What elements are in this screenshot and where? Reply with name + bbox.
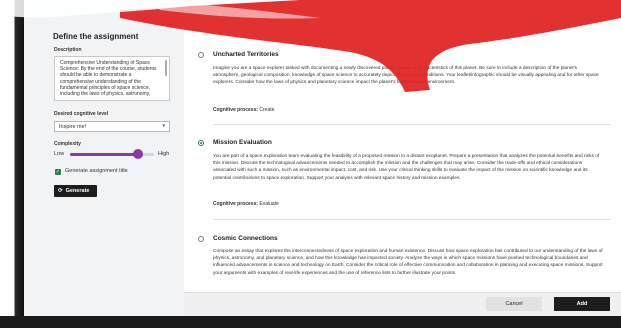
define-assignment-panel: Define the assignment Description Compre… xyxy=(24,0,185,316)
cognitive-level-value: Inspire me! xyxy=(59,124,87,130)
option-description: You are part of a space exploration team… xyxy=(213,154,600,181)
option-radio-uncharted[interactable] xyxy=(198,52,204,58)
cognitive-process-label: Cognitive process: xyxy=(213,201,259,207)
option-cognitive-process: Cognitive process: Create xyxy=(213,107,274,113)
complexity-low-label: Low xyxy=(54,151,65,157)
option-description: Imagine you are a space explorer tasked … xyxy=(213,66,599,86)
description-text: Comprehensive Understanding of Space Sci… xyxy=(60,60,157,98)
assignment-options-list: Uncharted Territories Imagine you are a … xyxy=(184,0,621,316)
description-label: Description xyxy=(54,47,82,53)
generate-title-checkbox[interactable]: ✓ xyxy=(55,169,61,175)
chevron-down-icon: ▾ xyxy=(162,123,165,129)
device-bezel-left xyxy=(0,0,24,328)
option-radio-mission-evaluation[interactable] xyxy=(198,140,204,146)
device-bezel-bottom xyxy=(0,316,621,328)
option-divider xyxy=(213,124,611,125)
complexity-high-label: High xyxy=(158,151,170,157)
cognitive-process-value: Create xyxy=(259,107,275,113)
option-divider xyxy=(213,219,611,220)
panel-title: Define the assignment xyxy=(53,32,139,41)
generate-button-label: Generate xyxy=(65,188,90,194)
add-button-label: Add xyxy=(576,301,588,307)
generate-title-label: Generate assignment title xyxy=(65,168,128,174)
refresh-icon: ⟳ xyxy=(58,188,63,194)
generate-button[interactable]: ⟳ Generate xyxy=(54,185,97,197)
cognitive-level-select[interactable]: Inspire me! ▾ xyxy=(54,121,170,132)
complexity-slider-thumb[interactable] xyxy=(133,149,143,159)
option-title: Uncharted Territories xyxy=(213,51,279,58)
description-textarea[interactable]: Comprehensive Understanding of Space Sci… xyxy=(54,56,170,101)
option-title: Cosmic Connections xyxy=(213,235,278,242)
option-description: Compose an essay that explores the inter… xyxy=(213,249,603,276)
cancel-button-label: Cancel xyxy=(505,301,523,307)
cognitive-process-label: Cognitive process: xyxy=(213,107,259,113)
option-title: Mission Evaluation xyxy=(213,139,272,146)
app-screen: Define the assignment Description Compre… xyxy=(24,0,621,316)
option-radio-cosmic-connections[interactable] xyxy=(198,236,204,242)
add-button[interactable]: Add xyxy=(554,297,610,311)
complexity-slider[interactable] xyxy=(70,149,154,159)
option-cognitive-process: Cognitive process: Evaluate xyxy=(213,201,279,207)
description-scrollbar[interactable] xyxy=(165,60,167,76)
complexity-slider-fill xyxy=(70,153,138,156)
cognitive-process-value: Evaluate xyxy=(259,201,279,207)
complexity-label: Complexity xyxy=(54,141,81,147)
cancel-button[interactable]: Cancel xyxy=(486,297,542,311)
cognitive-level-label: Desired cognitive level xyxy=(54,111,109,117)
